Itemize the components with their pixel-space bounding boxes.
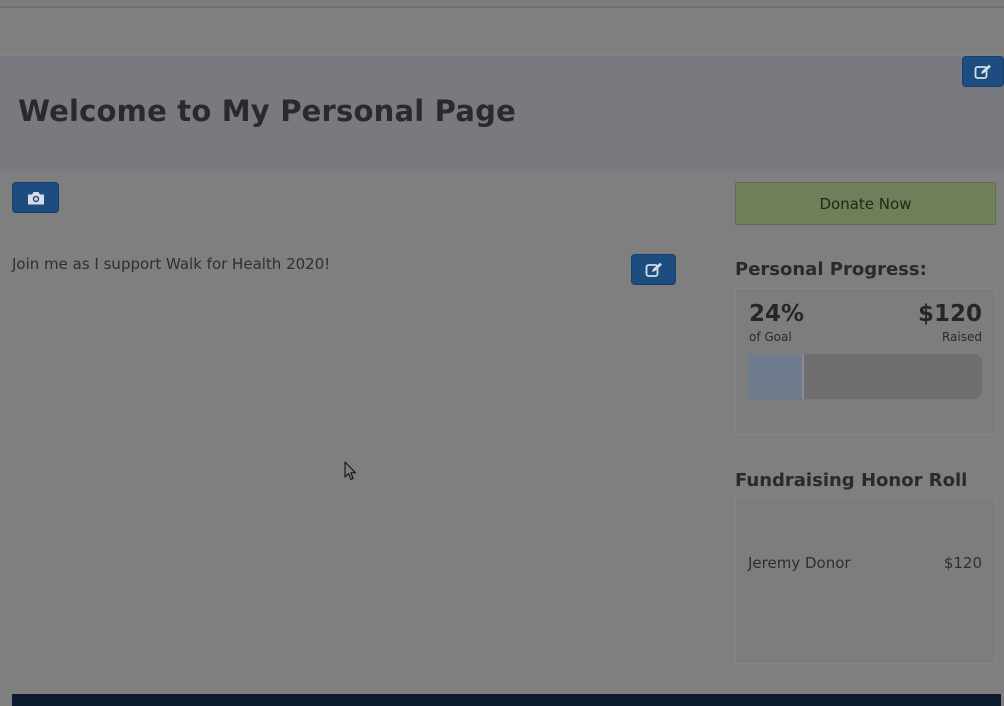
donate-now-button[interactable]: Donate Now [735,182,996,225]
amount-raised-label: Raised [941,330,982,344]
footer-bar [12,694,1001,706]
progress-card: 24% of Goal $120 Raised [735,288,997,435]
edit-icon [974,64,991,79]
honor-roll-card: Jeremy Donor $120 [735,497,997,664]
intro-edit-button[interactable] [631,254,676,285]
honor-roll-heading: Fundraising Honor Roll [735,470,968,491]
list-item: Jeremy Donor $120 [748,554,982,572]
progress-bar [748,354,982,399]
edit-icon [645,262,662,277]
percent-of-goal-value: 24% [749,301,805,327]
progress-bar-fill [748,354,805,399]
intro-text: Join me as I support Walk for Health 202… [12,255,331,273]
camera-icon [27,191,44,204]
personal-progress-heading: Personal Progress: [735,259,927,280]
donor-name: Jeremy Donor [748,554,851,572]
percent-of-goal-label: of Goal [749,330,792,344]
top-divider [0,0,1004,8]
personal-page: Welcome to My Personal Page Join me as I… [0,0,1004,706]
change-photo-button[interactable] [12,182,59,213]
donor-amount: $120 [943,554,982,572]
page-title: Welcome to My Personal Page [18,94,516,128]
header-edit-button[interactable] [962,56,1004,87]
mouse-pointer-icon [344,461,357,481]
amount-raised-value: $120 [917,301,982,327]
